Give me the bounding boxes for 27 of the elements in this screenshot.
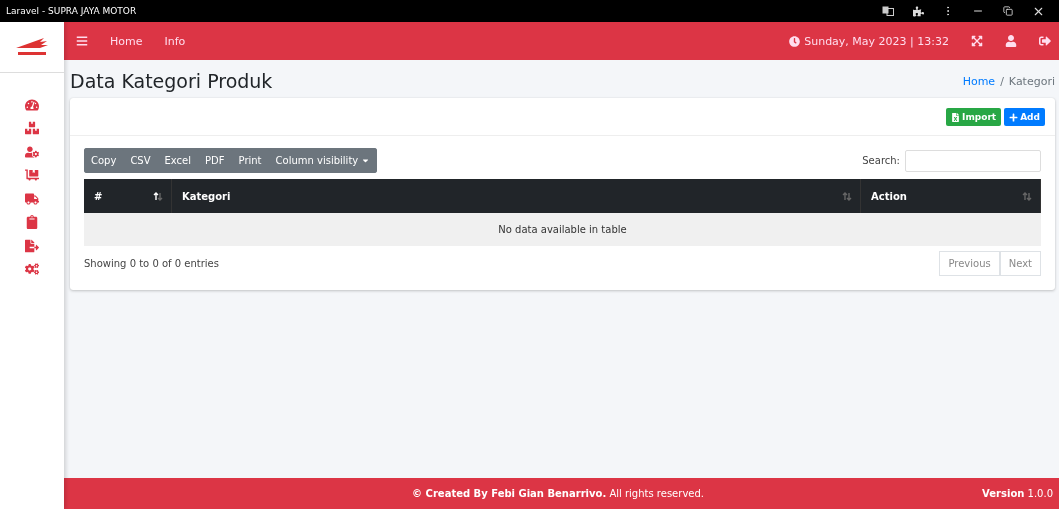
menu-icon[interactable] [76, 35, 88, 47]
user-icon[interactable] [1005, 35, 1017, 47]
breadcrumb-separator: / [1000, 74, 1004, 88]
page-title: Data Kategori Produk [70, 70, 273, 92]
translate-icon[interactable] [882, 6, 894, 16]
empty-table-message: No data available in table [84, 213, 1041, 246]
search-field[interactable] [905, 149, 1041, 172]
nav-link[interactable]: Home [110, 34, 143, 48]
import-button[interactable]: Import [946, 108, 1002, 126]
date-time: Sunday, May 2023 | 13:32 [804, 34, 949, 48]
add-button[interactable]: Add [1004, 108, 1045, 126]
fullscreen-icon[interactable] [971, 35, 983, 47]
breadcrumb-text: Kategori [1008, 74, 1055, 88]
logout-icon[interactable] [1039, 35, 1051, 47]
caret-icon [361, 156, 371, 165]
footer-credit: © Created By Febi Gian Benarrivo. All rights reserved. [411, 488, 705, 499]
sort-icon[interactable] [153, 191, 163, 201]
wing-logo-icon[interactable] [14, 36, 50, 58]
nav-link[interactable]: Info [164, 34, 186, 48]
breadcrumb-link[interactable]: Home [962, 74, 996, 88]
plus-icon [1009, 112, 1019, 122]
version-text: Version 1.0.0 [982, 488, 1053, 499]
clock-icon [789, 35, 801, 47]
search-label: Search: [862, 155, 900, 166]
entries-info: Showing 0 to 0 of 0 entries [84, 258, 219, 269]
window-title: Laravel - SUPRA JAYA MOTOR [6, 6, 138, 16]
spreadsheet-icon [951, 112, 961, 122]
